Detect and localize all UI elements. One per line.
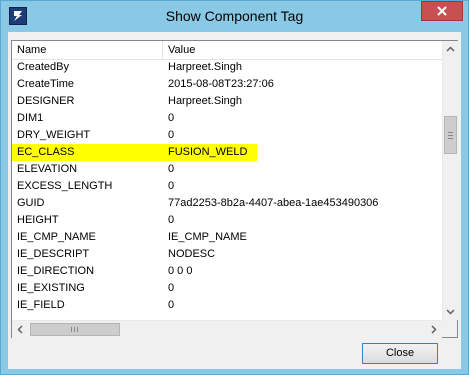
list-row[interactable]: DESIGNER Harpreet.Singh [12, 93, 442, 110]
list-row[interactable]: CreatedBy Harpreet.Singh [12, 59, 442, 76]
row-name-cell: IE_EXISTING [17, 282, 85, 294]
column-divider[interactable] [162, 41, 163, 59]
row-value-cell: FUSION_WELD [168, 146, 248, 158]
row-name-cell: IE_DIRECTION [17, 265, 95, 277]
vertical-scroll-thumb[interactable] [444, 116, 457, 154]
list-row[interactable]: GUID 77ad2253-8b2a-4407-abea-1ae453490306 [12, 195, 442, 212]
chevron-down-icon [446, 309, 455, 315]
row-name-cell: DIM1 [17, 112, 44, 124]
list-row[interactable]: DIM1 0 [12, 110, 442, 127]
scroll-right-button[interactable] [425, 321, 442, 338]
window-title: Show Component Tag [165, 8, 304, 24]
column-header-value[interactable]: Value [168, 44, 428, 56]
row-name-cell: DESIGNER [17, 95, 75, 107]
row-value-cell: NODESC [168, 248, 216, 260]
horizontal-scroll-thumb[interactable] [30, 323, 120, 336]
dialog-body: Name Value CreatedBy Harpreet.Singh Create… [8, 32, 461, 369]
list-row[interactable]: HEIGHT 0 [12, 212, 442, 229]
row-name-cell: IE_FIELD [17, 299, 65, 311]
row-value-cell: 0 [168, 180, 175, 192]
row-name-cell: ELEVATION [17, 163, 78, 175]
scroll-left-button[interactable] [12, 321, 29, 338]
scrollbar-corner [442, 320, 457, 337]
row-value-cell: 0 [168, 129, 175, 141]
row-name-cell: EC_CLASS [17, 146, 75, 158]
horizontal-scrollbar[interactable] [12, 320, 442, 338]
row-value-cell: 0 [168, 282, 175, 294]
chevron-right-icon [431, 325, 437, 334]
row-name-cell: IE_CMP_NAME [17, 231, 96, 243]
window-close-button[interactable] [421, 1, 463, 21]
row-value-cell: 0 [168, 214, 175, 226]
row-name-cell: GUID [17, 197, 45, 209]
row-name-cell: HEIGHT [17, 214, 59, 226]
row-value-cell: 2015-08-08T23:27:06 [168, 78, 274, 90]
row-value-cell: 0 [168, 112, 175, 124]
list-row[interactable]: IE_DIRECTION 0 0 0 [12, 263, 442, 280]
scroll-up-button[interactable] [443, 41, 458, 58]
list-header: Name Value [12, 41, 442, 60]
scroll-down-button[interactable] [443, 303, 458, 320]
list-row[interactable]: ELEVATION 0 [12, 161, 442, 178]
row-value-cell: 0 0 0 [168, 265, 193, 277]
column-header-name[interactable]: Name [17, 44, 157, 56]
list-row[interactable]: IE_FIELD 0 [12, 297, 442, 314]
vertical-scrollbar[interactable] [442, 41, 458, 320]
list-row[interactable]: IE_EXISTING 0 [12, 280, 442, 297]
list-row[interactable]: IE_DESCRIPT NODESC [12, 246, 442, 263]
row-name-cell: CreateTime [17, 78, 75, 90]
row-name-cell: IE_DESCRIPT [17, 248, 90, 260]
row-name-cell: EXCESS_LENGTH [17, 180, 113, 192]
row-value-cell: Harpreet.Singh [168, 95, 242, 107]
list-row[interactable]: CreateTime 2015-08-08T23:27:06 [12, 76, 442, 93]
row-value-cell: Harpreet.Singh [168, 61, 242, 73]
list-rows: CreatedBy Harpreet.Singh CreateTime 2015-08… [12, 59, 442, 321]
list-row[interactable]: DRY_WEIGHT 0 [12, 127, 442, 144]
tag-list[interactable]: Name Value CreatedBy Harpreet.Singh Create… [11, 40, 458, 338]
row-value-cell: IE_CMP_NAME [168, 231, 247, 243]
row-name-cell: DRY_WEIGHT [17, 129, 91, 141]
row-value-cell: 0 [168, 299, 175, 311]
chevron-up-icon [446, 46, 455, 52]
list-row[interactable]: EXCESS_LENGTH 0 [12, 178, 442, 195]
close-icon [437, 6, 447, 16]
close-button[interactable]: Close [362, 343, 438, 364]
list-row[interactable]: EC_CLASS FUSION_WELD [12, 144, 442, 161]
row-value-cell: 0 [168, 163, 175, 175]
row-name-cell: CreatedBy [17, 61, 69, 73]
list-row[interactable]: IE_CMP_NAME IE_CMP_NAME [12, 229, 442, 246]
row-value-cell: 77ad2253-8b2a-4407-abea-1ae453490306 [168, 197, 379, 209]
title-bar[interactable]: Show Component Tag [1, 1, 468, 32]
dialog-window: Show Component Tag Name Value CreatedBy H… [0, 0, 469, 375]
chevron-left-icon [17, 325, 23, 334]
